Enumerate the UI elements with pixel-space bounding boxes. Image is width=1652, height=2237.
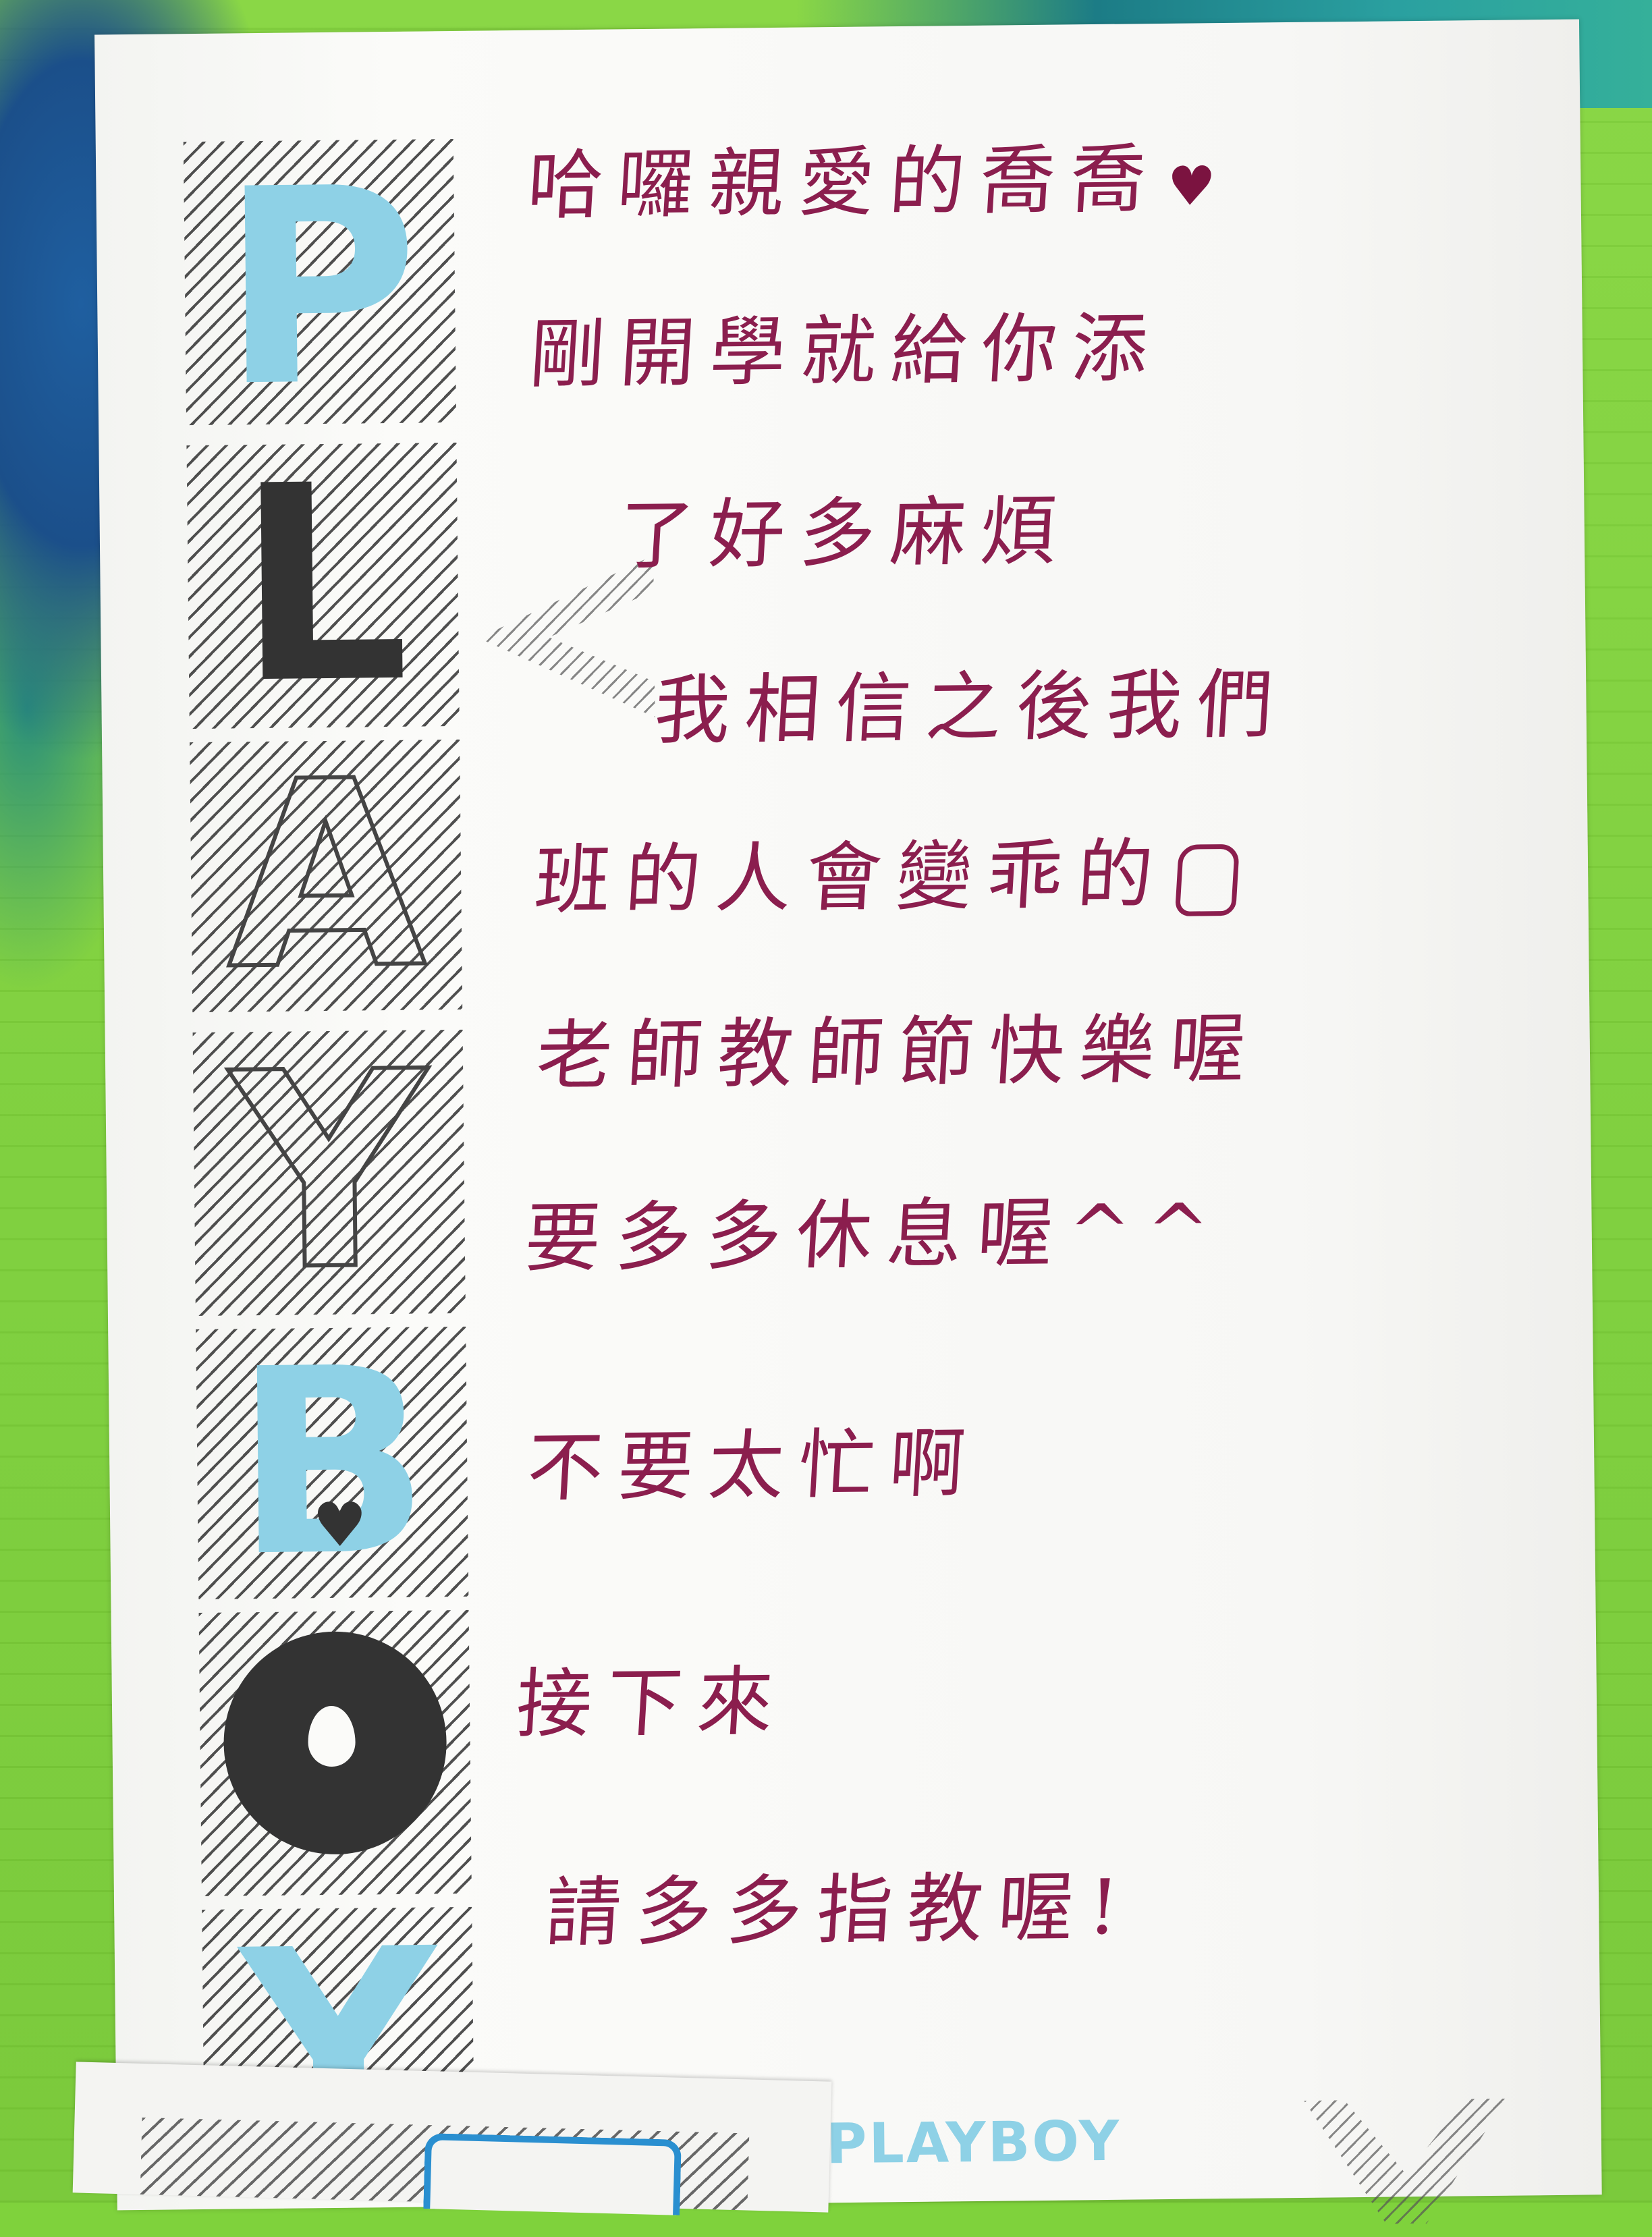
- note-line-1-text: 哈囉親愛的喬喬: [524, 135, 1163, 230]
- note-line-5-text: 班的人會變乖的: [532, 830, 1171, 925]
- letter-y: Y: [227, 1012, 431, 1332]
- note-line-5: 班的人會變乖的: [532, 812, 1242, 929]
- note-line-7: 要多多休息喔^^: [522, 1188, 1227, 1283]
- letter-a: A: [223, 723, 429, 1028]
- note-line-6: 老師教師節快樂喔: [534, 1005, 1263, 1101]
- note-line-8: 不要太忙啊: [524, 1419, 983, 1512]
- torn-paper-scrap: [72, 2062, 832, 2215]
- letter-p: P: [219, 130, 421, 447]
- playboy-brand-mark: PLAYBOY: [825, 2109, 1122, 2177]
- note-line-4: 我相信之後我們: [652, 661, 1290, 755]
- scrap-blue-outline: [423, 2132, 682, 2215]
- x-chevron-decoration: [1304, 2099, 1508, 2225]
- heart-icon: ♥: [1165, 154, 1232, 218]
- note-line-2: 剛開學就給你添: [526, 304, 1165, 399]
- note-line-9: 接下來: [514, 1657, 791, 1749]
- heart-icon: ♥: [312, 1489, 368, 1562]
- thumbs-up-icon: [1174, 844, 1240, 916]
- note-line-3: 了好多麻煩: [616, 487, 1074, 580]
- letter-l: L: [235, 427, 411, 744]
- handwritten-card: P L A Y B ♥ O Y 哈囉親愛的喬喬♥ 剛開學就給你添 了好多麻煩 我…: [94, 19, 1602, 2210]
- note-line-1: 哈囉親愛的喬喬♥: [525, 117, 1234, 234]
- note-line-10: 請多多指教喔!: [543, 1863, 1136, 1958]
